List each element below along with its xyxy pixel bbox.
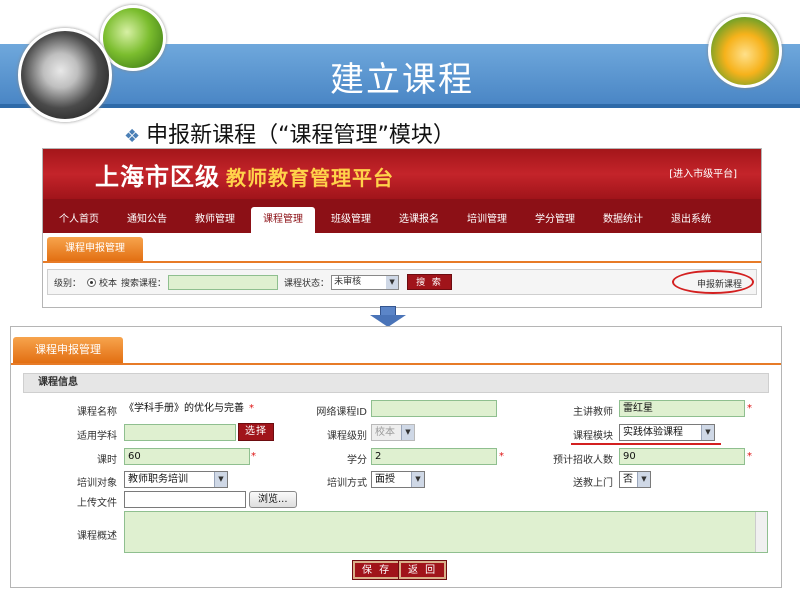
delivery-select[interactable]: 否 ▼ xyxy=(619,471,651,488)
nav-tab-classes[interactable]: 班级管理 xyxy=(319,207,383,233)
dandelion-photo-icon xyxy=(18,28,112,122)
required-mark: * xyxy=(251,451,256,462)
nav-tab-training[interactable]: 培训管理 xyxy=(455,207,519,233)
label-teacher: 主讲教师 xyxy=(573,407,613,418)
required-mark: * xyxy=(499,451,504,462)
label-summary: 课程概述 xyxy=(77,531,117,542)
label-method: 培训方式 xyxy=(327,478,367,489)
online-id-input[interactable] xyxy=(371,400,497,417)
portal-subtabs: 课程申报管理 xyxy=(43,233,761,263)
slide-bullet: ❖ 申报新课程（“课程管理”模块） xyxy=(124,117,455,149)
level-label: 级别： xyxy=(54,278,82,289)
section-course-info: 课程信息 xyxy=(23,373,769,393)
portal-header: 上海市区级 教师教育管理平台 [进入市级平台] xyxy=(43,149,761,199)
diamond-bullet-icon: ❖ xyxy=(124,126,141,147)
label-course-level: 课程级别 xyxy=(327,431,367,442)
hours-input[interactable]: 60 xyxy=(124,448,250,465)
label-course-module: 课程模块 xyxy=(573,431,613,442)
target-select[interactable]: 教师职务培训 ▼ xyxy=(124,471,228,488)
nav-tab-teachers[interactable]: 教师管理 xyxy=(183,207,247,233)
search-course-label: 搜索课程： xyxy=(121,278,167,289)
course-module-value: 实践体验课程 xyxy=(623,427,683,438)
course-module-select[interactable]: 实践体验课程 ▼ xyxy=(619,424,715,441)
slide-title: 建立课程 xyxy=(330,60,474,100)
target-value: 教师职务培训 xyxy=(128,474,188,485)
search-course-input[interactable] xyxy=(168,274,279,290)
status-label: 课程状态： xyxy=(284,278,330,289)
highlight-oval xyxy=(672,270,754,294)
back-button[interactable]: 返 回 xyxy=(397,560,448,580)
tab-course-application-form[interactable]: 课程申报管理 xyxy=(13,337,123,363)
label-subject: 适用学科 xyxy=(77,431,117,442)
chevron-down-icon: ▼ xyxy=(411,472,424,487)
label-credit: 学分 xyxy=(347,455,367,466)
nav-tab-notices[interactable]: 通知公告 xyxy=(115,207,179,233)
nav-tab-courses[interactable]: 课程管理 xyxy=(251,207,315,233)
chevron-down-icon: ▼ xyxy=(637,472,650,487)
nav-tab-home[interactable]: 个人首页 xyxy=(47,207,111,233)
enter-city-platform-link[interactable]: [进入市级平台] xyxy=(669,165,737,180)
required-mark: * xyxy=(747,451,752,462)
credit-input[interactable]: 2 xyxy=(371,448,497,465)
upload-file-input[interactable] xyxy=(124,491,246,508)
portal-title-sub: 教师教育管理平台 xyxy=(226,166,394,190)
label-online-id: 网络课程ID xyxy=(316,407,367,418)
label-course-name: 课程名称 xyxy=(77,407,117,418)
summary-scrollbar[interactable] xyxy=(755,512,767,552)
nav-tab-logout[interactable]: 退出系统 xyxy=(659,207,723,233)
max-enroll-input[interactable]: 90 xyxy=(619,448,745,465)
method-select[interactable]: 面授 ▼ xyxy=(371,471,425,488)
chevron-down-icon: ▼ xyxy=(401,425,414,440)
subject-input[interactable] xyxy=(124,424,236,441)
down-arrow-icon xyxy=(370,306,406,327)
portal-nav: 个人首页 通知公告 教师管理 课程管理 班级管理 选课报名 培训管理 学分管理 … xyxy=(43,199,761,233)
label-max-enroll: 预计招收人数 xyxy=(553,455,613,466)
required-mark: * xyxy=(249,403,254,414)
browse-button[interactable]: 浏览... xyxy=(249,491,297,508)
label-hours: 课时 xyxy=(97,455,117,466)
portal-title-main: 上海市区级 xyxy=(95,163,220,191)
nav-tab-enroll[interactable]: 选课报名 xyxy=(387,207,451,233)
chevron-down-icon: ▼ xyxy=(701,425,714,440)
course-level-value: 校本 xyxy=(375,427,395,438)
level-option-label: 校本 xyxy=(99,278,118,289)
method-value: 面授 xyxy=(375,474,395,485)
choose-subject-button[interactable]: 选择 xyxy=(238,423,274,441)
required-mark: * xyxy=(747,403,752,414)
status-select[interactable]: 未审核 ▼ xyxy=(331,274,400,290)
label-delivery: 送教上门 xyxy=(573,478,613,489)
summary-textarea[interactable] xyxy=(124,511,768,553)
portal-screenshot: 上海市区级 教师教育管理平台 [进入市级平台] 个人首页 通知公告 教师管理 课程… xyxy=(42,148,762,308)
save-button[interactable]: 保 存 xyxy=(351,560,402,580)
nav-tab-credits[interactable]: 学分管理 xyxy=(523,207,587,233)
tab-course-application[interactable]: 课程申报管理 xyxy=(47,237,143,261)
slide-bullet-text: 申报新课程（“课程管理”模块） xyxy=(146,123,455,148)
course-form-screenshot: 课程申报管理 课程信息 课程名称 《学科手册》的优化与完善 * 网络课程ID 主… xyxy=(10,326,782,588)
form-tabs: 课程申报管理 xyxy=(11,327,781,365)
course-search-bar: 级别： 校本 搜索课程： 课程状态： 未审核 ▼ 搜 索 申报新课程 xyxy=(47,269,757,295)
level-radio-school[interactable] xyxy=(87,277,97,287)
teacher-input[interactable]: 雷红星 xyxy=(619,400,745,417)
chevron-down-icon: ▼ xyxy=(386,275,399,289)
nav-tab-stats[interactable]: 数据统计 xyxy=(591,207,655,233)
label-target: 培训对象 xyxy=(77,478,117,489)
course-level-select[interactable]: 校本 ▼ xyxy=(371,424,415,441)
course-name-value[interactable]: 《学科手册》的优化与完善 xyxy=(121,401,249,418)
delivery-value: 否 xyxy=(623,474,633,485)
label-upload: 上传文件 xyxy=(77,498,117,509)
portal-title: 上海市区级 教师教育管理平台 xyxy=(95,157,394,192)
flower-photo-icon xyxy=(708,14,782,88)
status-select-value: 未审核 xyxy=(334,276,362,287)
search-button[interactable]: 搜 索 xyxy=(407,274,452,290)
chevron-down-icon: ▼ xyxy=(214,472,227,487)
slide-title-band-line xyxy=(0,104,800,108)
module-highlight-underline xyxy=(571,443,721,445)
